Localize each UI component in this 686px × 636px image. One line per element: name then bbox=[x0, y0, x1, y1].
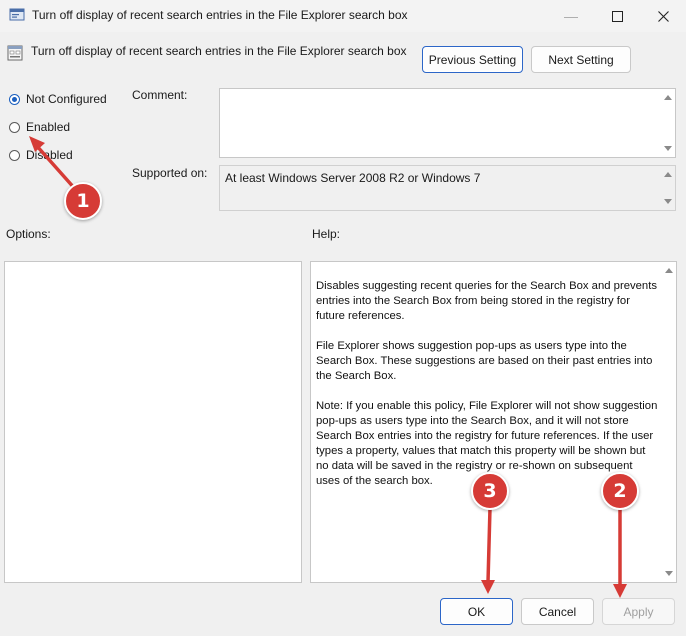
annotation-badge-2: 2 bbox=[601, 472, 639, 510]
annotation-arrowhead-1 bbox=[29, 136, 45, 152]
annotation-arrowhead-2 bbox=[613, 584, 627, 598]
annotation-arrow-3 bbox=[486, 506, 492, 584]
annotation-badge-1: 1 bbox=[64, 182, 102, 220]
annotation-arrows bbox=[29, 136, 627, 598]
annotation-arrowhead-3 bbox=[481, 580, 495, 594]
annotation-badge-3: 3 bbox=[471, 472, 509, 510]
annotation-arrow-1 bbox=[34, 143, 78, 192]
